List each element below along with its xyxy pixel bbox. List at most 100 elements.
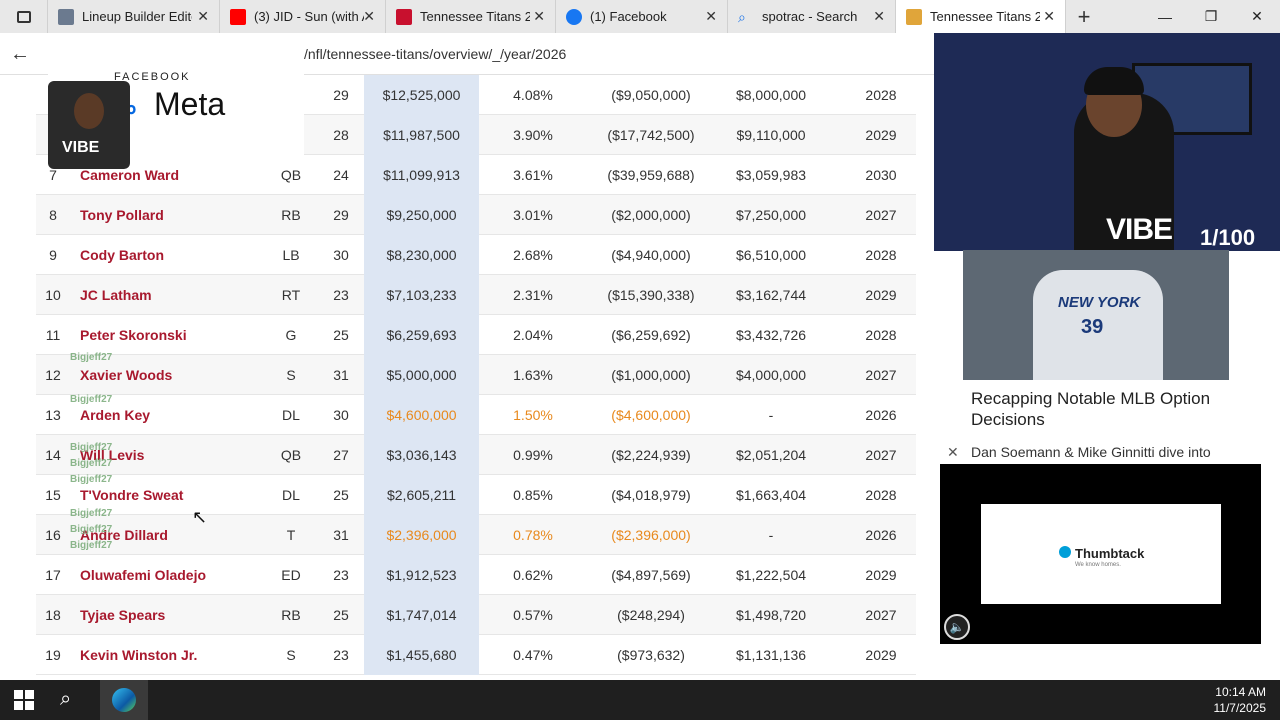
contract-year-cell: 2028 <box>865 87 897 103</box>
table-row: 13 Arden Key DL 30 $4,600,000 1.50% ($4,600,00… <box>36 395 916 435</box>
rank-cell: 11 <box>45 327 61 343</box>
cap-hit-cell: $1,912,523 <box>364 555 479 595</box>
dead-cap-cell: ($6,259,692) <box>611 327 691 343</box>
close-ad-icon[interactable]: ✕ <box>947 444 959 461</box>
contract-year-cell: 2030 <box>865 167 897 183</box>
video-ad[interactable]: Thumbtack We know homes. 🔈 <box>940 464 1261 644</box>
table-row: 12 Xavier Woods S 31 $5,000,000 1.63% ($1,000,… <box>36 355 916 395</box>
close-tab-icon[interactable]: ✕ <box>197 8 209 25</box>
chat-username: Bigjeff27 <box>70 474 113 485</box>
contract-year-cell: 2028 <box>865 247 897 263</box>
table-row: 15 T'Vondre Sweat DL 25 $2,605,211 0.85% ($4,0… <box>36 475 916 515</box>
dead-cap-cell: ($4,018,979) <box>611 487 691 503</box>
tab-actions-button[interactable] <box>0 0 48 33</box>
clock-date: 11/7/2025 <box>1213 701 1267 715</box>
system-clock[interactable]: 10:14 AM 11/7/2025 <box>1214 684 1267 716</box>
position-cell: ED <box>281 567 301 583</box>
dead-cap-cell: ($2,396,000) <box>611 527 691 543</box>
player-name-link[interactable]: Kevin Winston Jr. <box>80 635 197 675</box>
dead-cap-cell: ($973,632) <box>617 647 685 663</box>
chat-username: Bigjeff27 <box>70 442 113 453</box>
position-cell: LB <box>282 247 300 263</box>
ad-image[interactable]: NEW YORK 39 <box>963 250 1229 380</box>
dead-cap-cell: ($4,897,569) <box>611 567 691 583</box>
edge-taskbar-button[interactable] <box>100 680 148 720</box>
player-name-link[interactable]: Peter Skoronski <box>80 315 187 355</box>
table-row: 17 Oluwafemi Oladejo ED 23 $1,912,523 0.62% ($… <box>36 555 916 595</box>
age-cell: 27 <box>333 447 349 463</box>
player-name-link[interactable]: JC Latham <box>80 275 152 315</box>
table-row: 10 JC Latham RT 23 $7,103,233 2.31% ($15,390,3… <box>36 275 916 315</box>
tab-actions-icon <box>16 10 31 23</box>
cap-percent-cell: 0.99% <box>513 447 553 463</box>
cap-savings-cell: $3,162,744 <box>735 287 807 303</box>
close-tab-icon[interactable]: ✕ <box>873 8 885 25</box>
age-cell: 23 <box>333 647 349 663</box>
cap-savings-cell: - <box>768 407 774 423</box>
dead-cap-cell: ($1,000,000) <box>611 367 691 383</box>
restore-button[interactable]: ❐ <box>1188 0 1234 33</box>
player-name-link[interactable]: Tyjae Spears <box>80 595 165 635</box>
dead-cap-cell: ($15,390,338) <box>607 287 695 303</box>
tab-facebook[interactable]: (1) Facebook ✕ <box>556 0 728 33</box>
edge-icon <box>112 688 136 712</box>
cap-savings-cell: $7,250,000 <box>735 207 807 223</box>
rank-cell: 15 <box>45 487 61 503</box>
close-window-button[interactable]: ✕ <box>1234 0 1280 33</box>
contract-year-cell: 2029 <box>865 127 897 143</box>
age-cell: 29 <box>333 207 349 223</box>
age-cell: 30 <box>333 247 349 263</box>
minimize-button[interactable]: — <box>1142 0 1188 33</box>
dead-cap-cell: ($39,959,688) <box>607 167 695 183</box>
dead-cap-cell: ($4,940,000) <box>611 247 691 263</box>
tab-youtube[interactable]: (3) JID - Sun (with A ✕ <box>220 0 386 33</box>
mute-icon[interactable]: 🔈 <box>944 614 970 640</box>
contract-year-cell: 2026 <box>865 527 897 543</box>
search-icon[interactable]: ⌕ <box>60 688 71 711</box>
clock-time: 10:14 AM <box>1215 685 1266 699</box>
player-name-link[interactable]: Will Levis <box>80 435 144 475</box>
contract-year-cell: 2029 <box>865 287 897 303</box>
thumbtack-brand: Thumbtack <box>1075 546 1145 561</box>
tab-spotrac-search[interactable]: ⌕ spotrac - Search ✕ <box>728 0 896 33</box>
meta-label: Meta <box>154 86 226 122</box>
webcam-overlay: VIBE 1/100 <box>934 33 1280 251</box>
rank-cell: 13 <box>45 407 61 423</box>
new-tab-button[interactable]: + <box>1066 4 1102 30</box>
close-tab-icon[interactable]: ✕ <box>533 8 545 25</box>
table-row: 19 Kevin Winston Jr. S 23 $1,455,680 0.47% ($9… <box>36 635 916 675</box>
cap-savings-cell: $1,222,504 <box>735 567 807 583</box>
cap-savings-cell: $8,000,000 <box>735 87 807 103</box>
position-cell: RT <box>281 287 301 303</box>
back-arrow-icon[interactable]: ← <box>10 43 30 66</box>
dead-cap-cell: ($9,050,000) <box>611 87 691 103</box>
windows-start-icon[interactable] <box>14 690 34 710</box>
tab-titans-1[interactable]: Tennessee Titans 20 ✕ <box>386 0 556 33</box>
ad-headline[interactable]: Recapping Notable MLB Option Decisions <box>971 388 1241 430</box>
cap-percent-cell: 0.78% <box>513 527 553 543</box>
cap-savings-cell: $1,131,136 <box>735 647 807 663</box>
player-name-link[interactable]: Tony Pollard <box>80 195 164 235</box>
lineup-builder-favicon-icon <box>58 8 74 25</box>
rank-cell: 19 <box>45 647 61 663</box>
cap-savings-cell: $2,051,204 <box>735 447 807 463</box>
close-tab-icon[interactable]: ✕ <box>363 8 375 25</box>
player-name-link[interactable]: Cody Barton <box>80 235 164 275</box>
contract-year-cell: 2027 <box>865 207 897 223</box>
thumbtack-logo-icon <box>1059 546 1071 558</box>
espn-favicon-icon <box>396 8 412 25</box>
cap-hit-cell: $8,230,000 <box>364 235 479 275</box>
url-text[interactable]: /nfl/tennessee-titans/overview/_/year/20… <box>304 46 566 62</box>
player-name-link[interactable]: Oluwafemi Oladejo <box>80 555 206 595</box>
age-cell: 28 <box>333 127 349 143</box>
tab-lineup-builder[interactable]: Lineup Builder Editor ✕ <box>48 0 220 33</box>
cap-hit-cell: $11,099,913 <box>364 155 479 195</box>
cap-savings-cell: $1,663,404 <box>735 487 807 503</box>
cap-hit-cell: $5,000,000 <box>364 355 479 395</box>
chat-username: Bigjeff27 <box>70 540 113 551</box>
tab-titans-active[interactable]: Tennessee Titans 20 ✕ <box>896 0 1066 33</box>
close-tab-icon[interactable]: ✕ <box>1043 8 1055 25</box>
cap-percent-cell: 3.01% <box>513 207 553 223</box>
close-tab-icon[interactable]: ✕ <box>705 8 717 25</box>
chat-username: Bigjeff27 <box>70 524 113 535</box>
